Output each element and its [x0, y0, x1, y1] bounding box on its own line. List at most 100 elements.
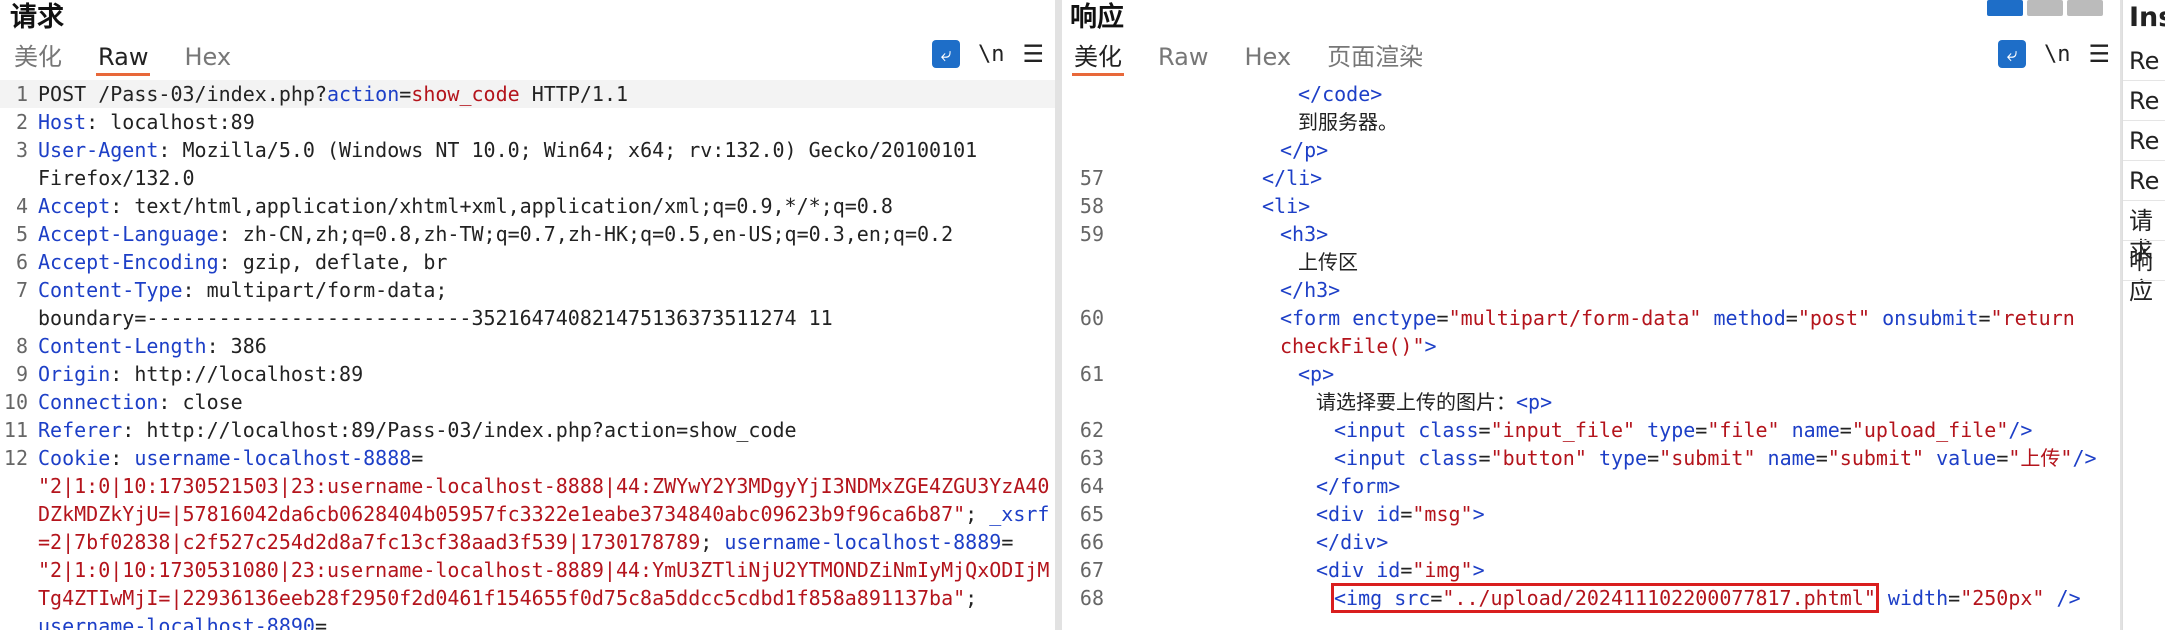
wrap-lines-icon[interactable]: ⤶	[932, 40, 960, 68]
layout-vertical-icon[interactable]	[2067, 0, 2103, 16]
inspector-item[interactable]: Re	[2129, 126, 2159, 156]
code-token: 到服务器。	[1298, 110, 1398, 134]
layout-split-icon[interactable]	[1987, 0, 2023, 16]
code-token: "img"	[1412, 558, 1473, 582]
inspector-panel: Ins ReReReRe请求响应	[2122, 0, 2165, 630]
code-text: Origin: http://localhost:89	[32, 360, 1055, 388]
code-token: Content-Length	[38, 334, 207, 358]
line-number: 9	[15, 362, 28, 386]
response-tab-2[interactable]: Hex	[1242, 40, 1293, 76]
code-line: boundary=---------------------------3521…	[0, 304, 1055, 332]
panel-divider[interactable]	[1055, 0, 1062, 630]
response-editor[interactable]: </code> 到服务器。 </p> 57 </li> 58 <li> 59 <h3> 上传区 </…	[1062, 80, 2120, 630]
code-token: =	[1001, 530, 1014, 554]
code-text: checkFile()">	[1108, 332, 2120, 360]
code-token: <h3>	[1280, 222, 1329, 246]
code-text: "2|1:0|10:1730531080|23:username-localho…	[32, 556, 1055, 584]
code-token: =	[1400, 558, 1413, 582]
code-token: =	[1785, 306, 1798, 330]
code-line: 58 <li>	[1062, 192, 2120, 220]
code-token: =	[1695, 418, 1708, 442]
code-line: </h3>	[1062, 276, 2120, 304]
code-text: <li>	[1108, 192, 2120, 220]
code-token: : multipart/form-data;	[182, 278, 448, 302]
code-text: 上传区	[1108, 248, 2120, 276]
code-token: >	[1472, 502, 1485, 526]
inspector-separator	[2123, 240, 2165, 241]
code-token: "	[1412, 334, 1425, 358]
code-text: username-localhost-8890=	[32, 612, 1055, 630]
line-number: 58	[1079, 194, 1104, 218]
newline-toggle-icon[interactable]: \n	[2044, 42, 2071, 67]
code-token: :	[110, 446, 135, 470]
code-token: type	[1647, 418, 1696, 442]
code-token: : http://localhost:89	[110, 362, 364, 386]
line-number: 63	[1079, 446, 1104, 470]
code-text: <div id="img">	[1108, 556, 2120, 584]
line-number: 11	[3, 418, 28, 442]
highlighted-upload-path: <img src="../upload/202411102200077817.p…	[1331, 583, 1879, 613]
code-line: 67 <div id="img">	[1062, 556, 2120, 584]
code-token: <li>	[1262, 194, 1311, 218]
inspector-item[interactable]: 响应	[2129, 246, 2165, 306]
code-line: 请选择要上传的图片：<p>	[1062, 388, 2120, 416]
code-token: 上传区	[1298, 250, 1358, 274]
response-tab-0[interactable]: 美化	[1072, 40, 1124, 76]
line-number	[1062, 388, 1108, 416]
response-toolbar: ⤶ \n ☰	[1998, 40, 2110, 68]
code-token: boundary=---------------------------3521…	[38, 306, 833, 330]
request-editor[interactable]: 1 POST /Pass-03/index.php?action=show_cod…	[0, 80, 1055, 630]
line-number: 5	[15, 222, 28, 246]
line-number: 3	[15, 138, 28, 162]
request-tab-0[interactable]: 美化	[12, 40, 64, 76]
menu-icon[interactable]: ☰	[1023, 40, 1045, 68]
code-token: id	[1376, 558, 1401, 582]
code-token: Tg4ZTIwMjI=|22936136eeb28f2950f2d0461f15…	[38, 586, 966, 610]
code-line: 6 Accept-Encoding: gzip, deflate, br	[0, 248, 1055, 276]
code-token: name	[1767, 446, 1816, 470]
code-token: </h3>	[1280, 278, 1341, 302]
code-line: 上传区	[1062, 248, 2120, 276]
code-token: : text/html,application/xhtml+xml,applic…	[110, 194, 893, 218]
code-text: </code>	[1108, 80, 2120, 108]
line-number: 12	[3, 446, 28, 470]
response-tab-1[interactable]: Raw	[1156, 40, 1210, 76]
layout-horizontal-icon[interactable]	[2027, 0, 2063, 16]
inspector-item[interactable]: Re	[2129, 46, 2159, 76]
response-title: 响应	[1070, 2, 1124, 33]
code-token: username-localhost-8888	[134, 446, 412, 470]
newline-toggle-icon[interactable]: \n	[978, 42, 1005, 67]
line-number: 8	[15, 334, 28, 358]
code-line: 2 Host: localhost:89	[0, 108, 1055, 136]
line-number	[0, 556, 32, 584]
code-token: <input	[1334, 418, 1419, 442]
inspector-item[interactable]: Re	[2129, 166, 2159, 196]
request-tab-1[interactable]: Raw	[96, 40, 151, 76]
line-number: 64	[1079, 474, 1104, 498]
code-token: id	[1376, 502, 1401, 526]
line-number	[1062, 332, 1108, 360]
code-token: : zh-CN,zh;q=0.8,zh-TW;q=0.7,zh-HK;q=0.5…	[218, 222, 954, 246]
line-number: 7	[15, 278, 28, 302]
wrap-lines-icon[interactable]: ⤶	[1998, 40, 2026, 68]
code-token: =	[1815, 446, 1828, 470]
code-token: : localhost:89	[86, 110, 255, 134]
code-line: 7 Content-Type: multipart/form-data;	[0, 276, 1055, 304]
line-number	[1062, 80, 1108, 108]
inspector-item[interactable]: Re	[2129, 86, 2159, 116]
menu-icon[interactable]: ☰	[2089, 40, 2111, 68]
code-text: </div>	[1108, 528, 2120, 556]
code-token: width	[1887, 586, 1949, 610]
code-line: "2|1:0|10:1730531080|23:username-localho…	[0, 556, 1055, 584]
line-number: 62	[1079, 418, 1104, 442]
code-token: "multipart/form-data"	[1448, 306, 1702, 330]
code-token: >	[1424, 334, 1437, 358]
code-line: 11 Referer: http://localhost:89/Pass-03/i…	[0, 416, 1055, 444]
line-number	[0, 304, 32, 332]
code-token: Accept-Encoding	[38, 250, 219, 274]
code-token: : close	[158, 390, 243, 414]
response-tab-3[interactable]: 页面渲染	[1325, 40, 1425, 76]
request-tab-2[interactable]: Hex	[182, 40, 233, 76]
